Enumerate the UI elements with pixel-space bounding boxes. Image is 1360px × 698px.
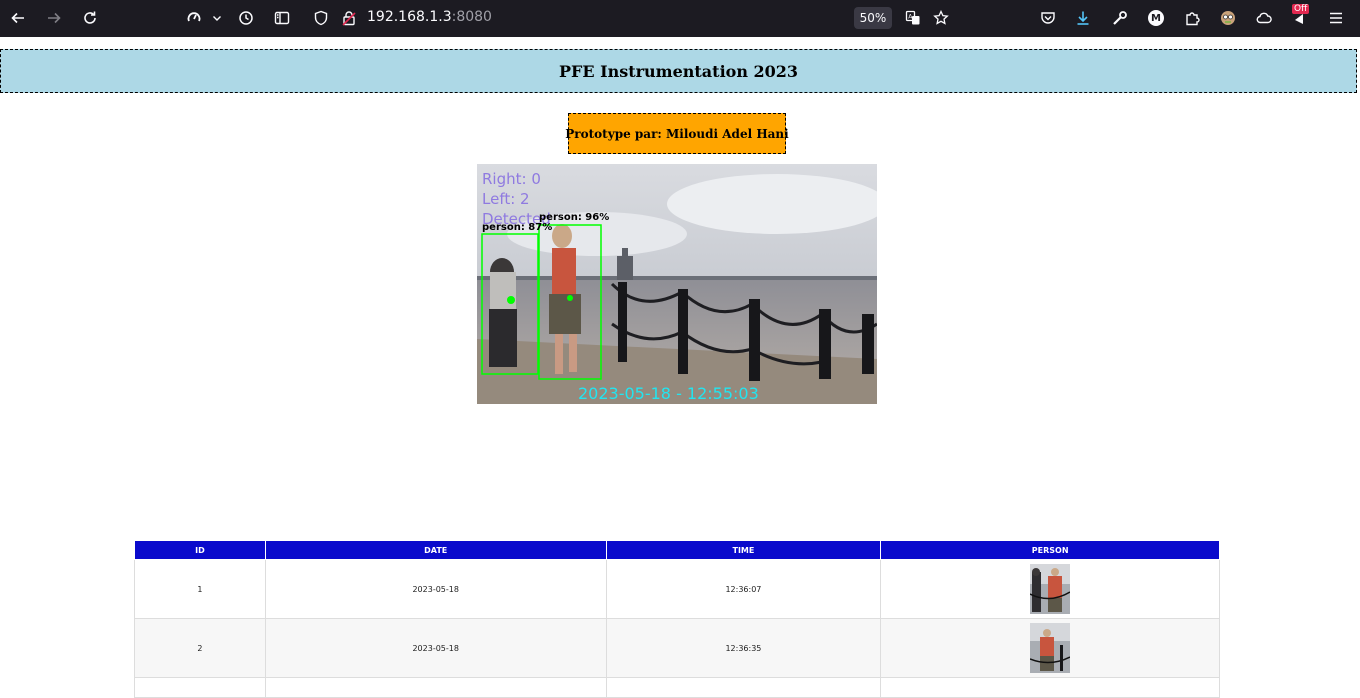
cell-date: [264, 677, 607, 698]
download-icon[interactable]: [1073, 6, 1093, 30]
cell-id: 2: [134, 618, 266, 678]
camera-stream: Right: 0 Left: 2 Detected person: 87% pe…: [477, 164, 877, 404]
detections-table: ID DATE TIME PERSON 1 2023-05-18 12:36:0…: [134, 540, 1220, 698]
reload-icon[interactable]: [80, 6, 100, 30]
column-header-time[interactable]: TIME: [605, 540, 882, 560]
stream-scene: [477, 164, 877, 404]
column-header-date[interactable]: DATE: [264, 540, 607, 560]
cell-time: [605, 677, 882, 698]
customize-icon[interactable]: [184, 6, 204, 30]
column-header-id[interactable]: ID: [134, 540, 266, 560]
right-count: Right: 0: [482, 170, 541, 188]
shield-icon[interactable]: [311, 6, 331, 30]
account-icon[interactable]: M: [1146, 6, 1166, 30]
chevron-down-icon[interactable]: [209, 6, 225, 30]
forward-arrow-icon[interactable]: [44, 6, 64, 30]
star-icon[interactable]: [931, 6, 951, 30]
table-row: 1 2023-05-18 12:36:07: [134, 559, 1220, 619]
cell-person: [880, 559, 1220, 619]
page-header: PFE Instrumentation 2023: [0, 49, 1357, 93]
cell-time: 12:36:35: [605, 618, 882, 678]
person-thumbnail[interactable]: [1030, 564, 1071, 614]
cell-person: [880, 618, 1220, 678]
stream-timestamp: 2023-05-18 - 12:55:03: [578, 384, 759, 403]
lock-icon[interactable]: [340, 6, 358, 30]
cell-date: 2023-05-18: [264, 618, 607, 678]
history-icon[interactable]: [236, 6, 256, 30]
back-arrow-icon[interactable]: [8, 6, 28, 30]
cell-id: [134, 677, 266, 698]
sidebar-icon[interactable]: [272, 6, 292, 30]
page-title: PFE Instrumentation 2023: [558, 61, 799, 81]
pocket-icon[interactable]: [1038, 6, 1058, 30]
cloud-icon[interactable]: [1254, 6, 1274, 30]
person-thumbnail[interactable]: [1030, 623, 1071, 673]
translate-icon[interactable]: A: [903, 6, 923, 30]
detection-label-b: person: 96%: [539, 212, 610, 223]
url-port: :8080: [451, 9, 492, 25]
url-bar[interactable]: 192.168.1.3:8080: [367, 9, 492, 25]
cell-id: 1: [134, 559, 266, 619]
cell-date: 2023-05-18: [264, 559, 607, 619]
account-initial: M: [1148, 10, 1164, 26]
off-badge: Off: [1292, 4, 1310, 14]
browser-toolbar: 192.168.1.3:8080 50% A M Off: [0, 0, 1360, 37]
cell-time: 12:36:07: [605, 559, 882, 619]
extensions-icon[interactable]: [1182, 6, 1202, 30]
table-row: 2 2023-05-18 12:36:35: [134, 618, 1220, 678]
avatar-icon[interactable]: [1218, 6, 1238, 30]
prototype-author-box: Prototype par: Miloudi Adel Hani: [565, 113, 789, 154]
column-header-person[interactable]: PERSON: [880, 540, 1220, 560]
detection-label-a: person: 87%: [482, 222, 553, 233]
table-header-row: ID DATE TIME PERSON: [134, 540, 1220, 560]
prototype-author: Prototype par: Miloudi Adel Hani: [565, 126, 789, 141]
left-count: Left: 2: [482, 190, 530, 208]
cell-person: [880, 677, 1220, 698]
wrench-icon[interactable]: [1110, 6, 1130, 30]
table-row: [134, 677, 1220, 698]
menu-icon[interactable]: [1326, 6, 1346, 30]
zoom-level-button[interactable]: 50%: [854, 7, 892, 29]
url-host: 192.168.1.3: [367, 9, 452, 25]
